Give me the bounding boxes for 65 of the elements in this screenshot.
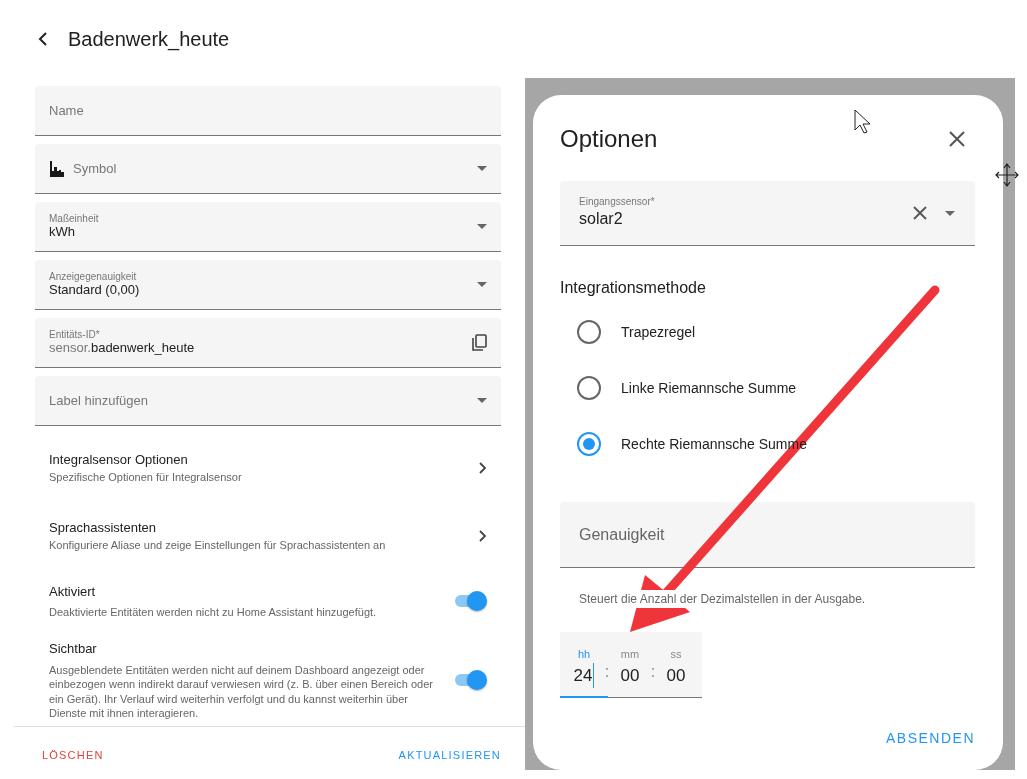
toggle-description: Ausgeblendete Entitäten werden nicht auf deinem Dashboard angezeigt oder einbezogen wenn indirekt darauf verwiesen wird (z. B. über einen Bereich oder ein Gerät). Ihr Verlauf wird weiterhin verfolgt und du kannst weiterhin über Dienste mit ihnen interagieren. — [49, 662, 434, 721]
copy-icon[interactable] — [472, 334, 487, 351]
time-value: 00 — [620, 664, 640, 687]
form-field[interactable]: Symbol — [35, 144, 501, 194]
row-title: Integralsensor Optionen — [49, 450, 189, 469]
dropdown-caret-icon[interactable] — [945, 210, 955, 216]
toggle-switch[interactable] — [455, 669, 487, 690]
field-label: Entitäts-ID* — [49, 328, 101, 340]
settings-link-row[interactable]: Sprachassistenten Konfiguriere Aliase und zeige Einstellungen für Sprachassistenten an — [35, 501, 501, 570]
form-field[interactable]: Name — [35, 86, 501, 136]
sensor-field[interactable]: Eingangssensor* solar2 — [560, 181, 975, 246]
settings-link-row[interactable]: Integralsensor Optionen Spezifische Optionen für Integralsensor — [35, 434, 501, 502]
dropdown-caret-icon[interactable] — [477, 224, 487, 229]
field-label: Anzeigegenauigkeit — [49, 270, 138, 282]
helper-text: Steuert die Anzahl der Dezimalstellen in der Ausgabe. — [579, 590, 866, 608]
time-unit-label: hh — [577, 647, 591, 662]
field-label: Maßeinheit — [49, 212, 99, 224]
time-separator: : — [649, 662, 657, 682]
radio-label: Trapezregel — [621, 322, 696, 342]
page-title: Badenwerk_heute — [68, 27, 230, 53]
chart-icon — [49, 160, 65, 177]
form-field[interactable]: Label hinzufügen — [35, 376, 501, 426]
time-unit-label: mm — [620, 647, 640, 662]
delete-button[interactable]: LÖSCHEN — [42, 741, 104, 770]
dropdown-caret-icon[interactable] — [477, 166, 487, 171]
dialog-title: Optionen — [560, 124, 658, 154]
section-heading: Integrationsmethode — [560, 278, 707, 298]
field-value: sensor.badenwerk_heute — [49, 339, 195, 357]
move-cursor-icon — [995, 163, 1019, 187]
field-placeholder: Symbol — [73, 159, 117, 178]
field-value: solar2 — [579, 208, 624, 229]
precision-field[interactable]: Genauigkeit — [560, 502, 975, 568]
time-value: 00 — [666, 664, 686, 687]
field-value: Standard (0,00) — [49, 281, 140, 299]
row-title: Sprachassistenten — [49, 518, 157, 537]
radio-button[interactable] — [577, 320, 601, 344]
chevron-right-icon — [479, 461, 487, 474]
field-placeholder: Genauigkeit — [579, 524, 665, 545]
time-separator: : — [603, 662, 611, 682]
field-value: kWh — [49, 223, 76, 241]
duration-field[interactable]: hh 24 : mm 00 : ss 00 — [560, 632, 702, 698]
row-subtitle: Konfiguriere Aliase und zeige Einstellungen für Sprachassistenten an — [49, 538, 387, 554]
field-label: Eingangssensor* — [579, 195, 656, 207]
radio-label: Linke Riemannsche Summe — [621, 378, 797, 398]
time-value: 24 — [573, 662, 595, 688]
form-field[interactable]: Maßeinheit kWh — [35, 202, 501, 252]
form-field[interactable]: Entitäts-ID* sensor.badenwerk_heute — [35, 318, 501, 368]
close-icon[interactable] — [949, 131, 965, 147]
toggle-description: Deaktivierte Entitäten werden nicht zu Home Assistant hinzugefügt. — [49, 605, 378, 620]
clear-icon[interactable] — [913, 206, 927, 220]
form-field[interactable]: Anzeigegenauigkeit Standard (0,00) — [35, 260, 501, 310]
field-placeholder: Name — [49, 101, 84, 120]
row-subtitle: Spezifische Optionen für Integralsensor — [49, 470, 243, 486]
chevron-right-icon — [479, 529, 487, 542]
field-placeholder: Label hinzufügen — [49, 391, 149, 410]
toggle-switch[interactable] — [455, 590, 487, 611]
toggle-title: Sichtbar — [49, 640, 98, 659]
mouse-cursor-icon — [854, 109, 871, 134]
dropdown-caret-icon[interactable] — [477, 398, 487, 403]
toggle-title: Aktiviert — [49, 582, 97, 601]
dropdown-caret-icon[interactable] — [477, 282, 487, 287]
back-icon[interactable] — [38, 32, 48, 46]
radio-button[interactable] — [577, 376, 601, 400]
time-unit-label: ss — [670, 647, 682, 662]
radio-button[interactable] — [577, 432, 601, 456]
